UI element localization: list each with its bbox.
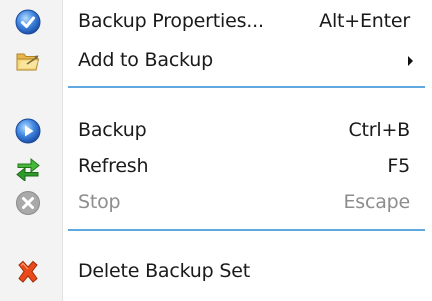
menu-item-shortcut: Ctrl+B <box>348 119 410 141</box>
menu-item-backup-properties[interactable]: Backup Properties... Alt+Enter <box>0 4 432 40</box>
menu-item-delete-backup-set[interactable]: Delete Backup Set <box>0 254 432 290</box>
menu-separator <box>68 229 425 231</box>
menu-item-shortcut: F5 <box>387 155 410 177</box>
delete-icon <box>14 258 42 286</box>
menu-item-shortcut: Alt+Enter <box>319 10 410 32</box>
context-menu: Backup Properties... Alt+Enter Add to Ba… <box>0 0 432 301</box>
menu-item-label: Backup Properties... <box>78 10 264 32</box>
menu-item-refresh[interactable]: Refresh F5 <box>0 149 432 185</box>
menu-item-label: Add to Backup <box>78 49 213 71</box>
menu-item-label: Backup <box>78 119 147 141</box>
backup-play-icon <box>14 117 42 145</box>
folder-open-icon <box>14 47 42 75</box>
menu-item-shortcut: Escape <box>343 191 410 213</box>
refresh-icon <box>14 153 42 181</box>
menu-item-label: Delete Backup Set <box>78 260 250 282</box>
submenu-arrow-icon <box>408 56 413 66</box>
menu-item-add-to-backup[interactable]: Add to Backup <box>0 43 432 79</box>
stop-icon <box>14 189 42 217</box>
menu-item-stop[interactable]: Stop Escape <box>0 185 432 221</box>
menu-separator <box>68 86 425 88</box>
menu-item-label: Refresh <box>78 155 149 177</box>
properties-icon <box>14 8 42 36</box>
menu-item-label: Stop <box>78 191 121 213</box>
menu-item-backup[interactable]: Backup Ctrl+B <box>0 113 432 149</box>
